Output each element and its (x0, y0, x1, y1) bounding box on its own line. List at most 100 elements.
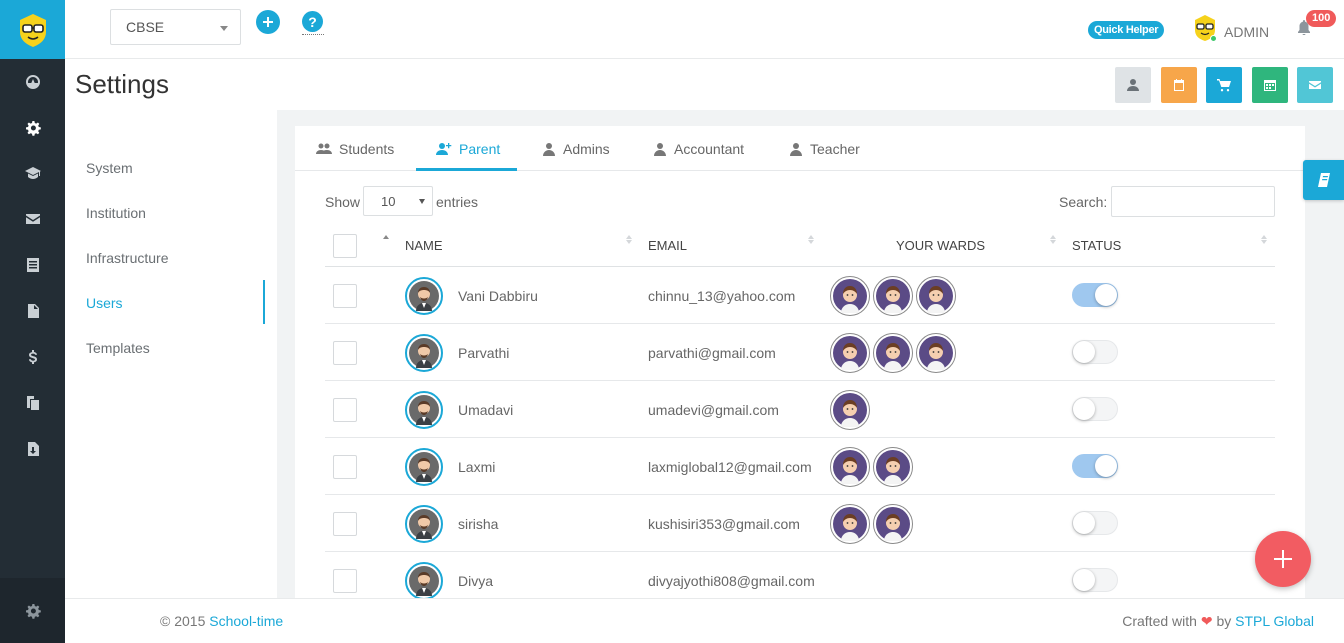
email-sort-icon[interactable] (807, 234, 815, 248)
table-row[interactable]: Vani Dabbiru chinnu_13@yahoo.com (325, 267, 1275, 324)
tab-accountant[interactable]: Accountant (653, 126, 744, 171)
status-toggle[interactable] (1072, 397, 1118, 421)
parent-name[interactable]: Vani Dabbiru (458, 288, 538, 304)
settings-menu: System Institution Infrastructure Users … (65, 110, 277, 598)
row-checkbox[interactable] (333, 569, 357, 593)
settings-gear-icon[interactable] (0, 108, 65, 148)
ward-avatar[interactable] (830, 447, 870, 487)
entries-label: entries (436, 194, 479, 210)
currency-icon[interactable] (0, 337, 65, 377)
brand-link[interactable]: School-time (209, 613, 283, 629)
name-sort-toggle-icon[interactable] (625, 234, 633, 248)
graduation-cap-icon[interactable] (0, 153, 65, 193)
ward-avatar[interactable] (830, 276, 870, 316)
menu-item-templates[interactable]: Templates (86, 340, 150, 356)
calendar-button[interactable] (1161, 67, 1197, 103)
parent-avatar[interactable] (405, 505, 443, 543)
status-sort-icon[interactable] (1260, 234, 1268, 248)
table-row[interactable]: sirisha kushisiri353@gmail.com (325, 495, 1275, 552)
column-header-name[interactable]: NAME (405, 238, 443, 253)
tab-teacher[interactable]: Teacher (789, 126, 860, 171)
row-checkbox[interactable] (333, 284, 357, 308)
ward-avatar[interactable] (873, 276, 913, 316)
parent-name[interactable]: Divya (458, 573, 493, 589)
parent-avatar[interactable] (405, 391, 443, 429)
ward-avatar[interactable] (830, 333, 870, 373)
column-header-status[interactable]: STATUS (1072, 238, 1121, 253)
document-list-icon[interactable] (0, 245, 65, 285)
footer-credits: Crafted with ❤ by STPL Global (1122, 613, 1314, 630)
quick-helper-button[interactable]: Quick Helper (1088, 21, 1165, 39)
table-row[interactable]: Laxmi laxmiglobal12@gmail.com (325, 438, 1275, 495)
search-input[interactable] (1111, 186, 1275, 217)
mail-icon[interactable] (0, 199, 65, 239)
parent-avatar[interactable] (405, 562, 443, 598)
menu-item-system[interactable]: System (86, 160, 133, 176)
parent-email: divyajyothi808@gmail.com (648, 573, 815, 589)
menu-item-users[interactable]: Users (86, 295, 123, 311)
file-icon[interactable] (0, 291, 65, 331)
mail-button[interactable] (1297, 67, 1333, 103)
ward-avatar[interactable] (830, 390, 870, 430)
entries-value: 10 (381, 194, 396, 209)
column-header-email[interactable]: EMAIL (648, 238, 687, 253)
parent-name[interactable]: Laxmi (458, 459, 495, 475)
status-toggle[interactable] (1072, 283, 1118, 307)
row-checkbox[interactable] (333, 455, 357, 479)
menu-item-institution[interactable]: Institution (86, 205, 146, 221)
add-user-button[interactable] (1255, 531, 1311, 587)
status-toggle[interactable] (1072, 340, 1118, 364)
status-toggle[interactable] (1072, 454, 1118, 478)
dashboard-icon[interactable] (0, 62, 65, 102)
row-checkbox[interactable] (333, 512, 357, 536)
help-button[interactable]: ? (302, 11, 323, 32)
parent-name[interactable]: sirisha (458, 516, 498, 532)
add-button[interactable] (256, 10, 280, 34)
tab-label: Students (339, 140, 395, 157)
sidebar-settings-icon[interactable] (0, 578, 65, 643)
entries-select[interactable]: 10 (363, 186, 433, 216)
table-row[interactable]: Divya divyajyothi808@gmail.com (325, 552, 1275, 598)
parent-avatar[interactable] (405, 277, 443, 315)
board-select[interactable]: CBSE (110, 9, 241, 45)
plus-icon (263, 17, 273, 27)
wards-sort-icon[interactable] (1049, 234, 1057, 248)
table-row[interactable]: Parvathi parvathi@gmail.com (325, 324, 1275, 381)
ward-avatar[interactable] (916, 333, 956, 373)
row-checkbox[interactable] (333, 398, 357, 422)
ward-avatar[interactable] (873, 447, 913, 487)
parent-name[interactable]: Umadavi (458, 402, 513, 418)
app-logo[interactable] (0, 0, 65, 59)
status-toggle[interactable] (1072, 511, 1118, 535)
top-bar: CBSE ? Quick Helper ADMIN 100 (65, 0, 1344, 59)
column-header-wards[interactable]: YOUR WARDS (896, 238, 985, 253)
parent-email: chinnu_13@yahoo.com (648, 288, 796, 304)
row-checkbox[interactable] (333, 341, 357, 365)
status-toggle[interactable] (1072, 568, 1118, 592)
admin-label[interactable]: ADMIN (1224, 24, 1269, 40)
user-plus-icon (436, 142, 452, 155)
schedule-button[interactable] (1252, 67, 1288, 103)
parent-name[interactable]: Parvathi (458, 345, 509, 361)
cart-button[interactable] (1206, 67, 1242, 103)
toggle-knob (1073, 512, 1095, 534)
side-notebook-button[interactable] (1303, 160, 1344, 200)
tab-students[interactable]: Students (316, 126, 394, 171)
tab-admins[interactable]: Admins (542, 126, 610, 171)
profile-button[interactable] (1115, 67, 1151, 103)
name-sort-icon[interactable] (382, 234, 390, 248)
table-row[interactable]: Umadavi umadevi@gmail.com (325, 381, 1275, 438)
company-link[interactable]: STPL Global (1235, 613, 1314, 629)
ward-avatar[interactable] (873, 333, 913, 373)
tab-parent[interactable]: Parent (436, 126, 500, 171)
parent-avatar[interactable] (405, 448, 443, 486)
copy-files-icon[interactable] (0, 383, 65, 423)
parent-avatar[interactable] (405, 334, 443, 372)
ward-avatar[interactable] (873, 504, 913, 544)
ward-avatar[interactable] (830, 504, 870, 544)
select-all-checkbox[interactable] (333, 234, 357, 258)
menu-item-infrastructure[interactable]: Infrastructure (86, 250, 168, 266)
file-download-icon[interactable] (0, 429, 65, 469)
ward-avatar[interactable] (916, 276, 956, 316)
notification-badge[interactable]: 100 (1306, 10, 1337, 27)
